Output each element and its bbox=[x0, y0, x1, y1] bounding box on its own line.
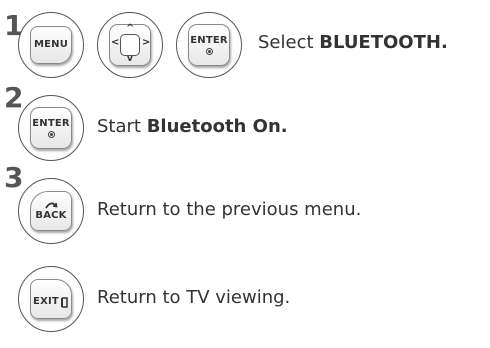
back-key-label: BACK bbox=[35, 210, 67, 221]
enter-key-label-2: ENTER bbox=[32, 117, 70, 129]
back-key: BACK bbox=[30, 191, 72, 231]
enter-key-1: ENTER bbox=[188, 24, 230, 66]
step-number-2: 2 bbox=[4, 81, 24, 114]
nav-pad-center bbox=[120, 34, 140, 56]
step-1-plain: Select bbox=[258, 32, 320, 53]
step-number-3: 3 bbox=[4, 161, 24, 194]
step-2-bold: Bluetooth On. bbox=[146, 116, 288, 137]
exit-door-icon bbox=[60, 296, 68, 308]
nav-right-icon: > bbox=[142, 37, 151, 48]
step-1-bold: BLUETOOTH. bbox=[319, 32, 448, 53]
enter-dot-icon bbox=[47, 130, 55, 138]
menu-key: MENU bbox=[30, 26, 72, 64]
exit-key-label: EXIT bbox=[33, 296, 59, 307]
nav-down-icon: v bbox=[127, 54, 133, 64]
menu-key-label: MENU bbox=[33, 39, 69, 50]
nav-up-icon: ^ bbox=[126, 23, 135, 34]
step-1-text: Select BLUETOOTH. bbox=[258, 32, 448, 53]
step-2-plain: Start bbox=[97, 116, 147, 137]
enter-key-label-1: ENTER bbox=[190, 34, 228, 46]
step-4-text: Return to TV viewing. bbox=[97, 287, 291, 308]
enter-dot-icon bbox=[205, 47, 213, 55]
exit-key: EXIT bbox=[30, 279, 72, 319]
step-3-text: Return to the previous menu. bbox=[97, 199, 362, 220]
nav-left-icon: < bbox=[111, 37, 120, 48]
enter-key-2: ENTER bbox=[30, 107, 72, 149]
back-arrow-icon bbox=[45, 202, 58, 209]
step-2-text: Start Bluetooth On. bbox=[97, 116, 288, 137]
